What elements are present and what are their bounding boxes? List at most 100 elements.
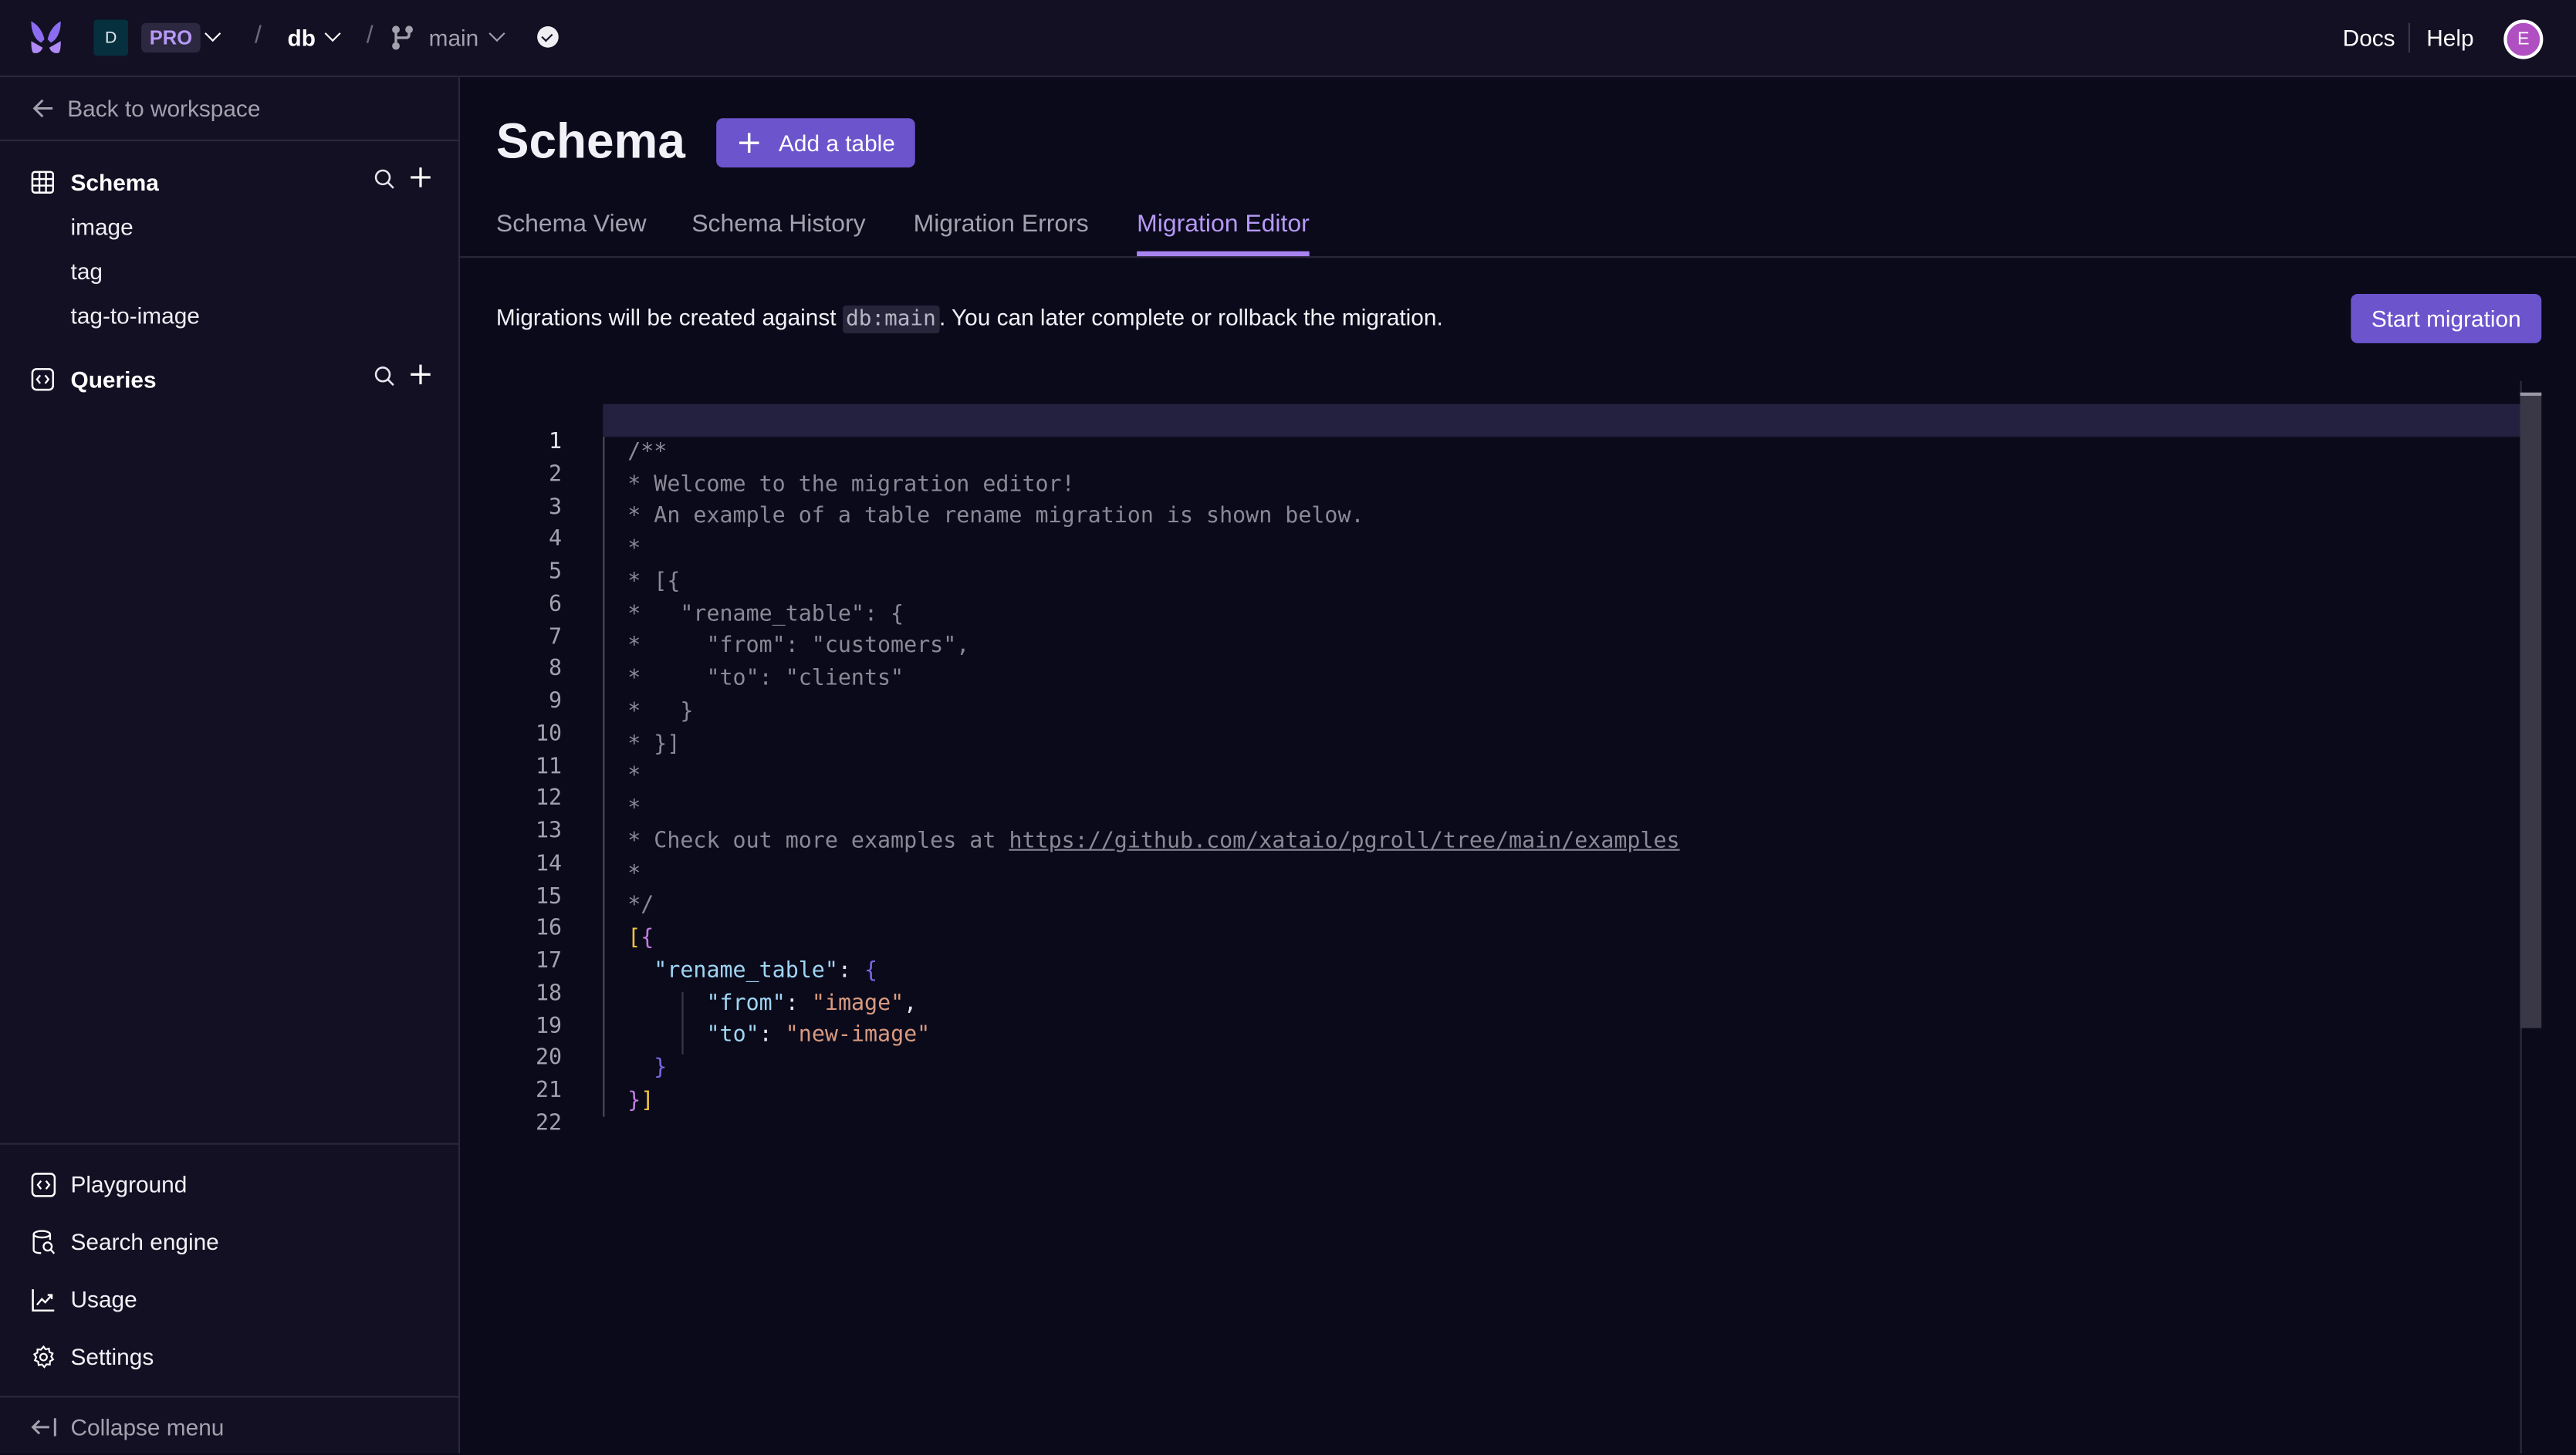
line-number: 10 (535, 722, 563, 748)
line-number: 7 (548, 625, 563, 650)
code-line: /** (627, 437, 667, 470)
tab-schema-history[interactable]: Schema History (691, 210, 865, 256)
xata-logo-icon[interactable] (28, 20, 64, 56)
line-number: 17 (535, 949, 563, 974)
settings-label: Settings (70, 1343, 154, 1370)
workspace-avatar[interactable]: D (93, 19, 129, 56)
add-table-label: Add a table (779, 130, 895, 157)
comment-text: * "to": "clients" (627, 667, 904, 692)
help-link[interactable]: Help (2426, 25, 2473, 51)
comment-text: * (627, 796, 641, 822)
comment-text: /** (627, 439, 668, 464)
sidebar-item-playground[interactable]: Playground (0, 1164, 458, 1207)
info-suffix: . You can later complete or rollback the… (939, 303, 1443, 330)
indent-guide (603, 437, 605, 1117)
migration-info-text: Migrations will be created against db:ma… (496, 303, 1443, 334)
line-number: 9 (548, 690, 563, 715)
back-to-workspace-label: Back to workspace (67, 95, 261, 122)
branch-chevron-down-icon[interactable] (488, 25, 505, 42)
bracket-token: } (627, 1088, 641, 1113)
line-number: 15 (535, 884, 563, 910)
sidebar-table-item[interactable]: tag (71, 258, 103, 284)
user-avatar[interactable]: E (2503, 19, 2544, 59)
database-selector[interactable]: db (288, 25, 316, 51)
json-punctuation: , (904, 991, 918, 1016)
tab-migration-editor[interactable]: Migration Editor (1137, 210, 1310, 257)
header-divider (2408, 22, 2410, 53)
start-migration-button[interactable]: Start migration (2351, 294, 2542, 343)
line-number: 12 (535, 787, 563, 812)
bracket-token: [ (627, 926, 641, 951)
database-search-icon (32, 1230, 56, 1254)
comment-text: * [{ (627, 569, 681, 595)
sidebar-section-schema[interactable]: Schema (0, 163, 458, 202)
json-punctuation: : (785, 991, 812, 1016)
line-number: 1 (548, 430, 563, 455)
app-root: D PRO / db / main Docs Help E Back to wo… (0, 0, 2576, 1453)
tab-schema-view[interactable]: Schema View (496, 210, 647, 256)
code-line: */ (627, 890, 654, 923)
code-line: * } (627, 696, 693, 729)
comment-text: * (627, 537, 641, 562)
sidebar-table-item[interactable]: tag-to-image (71, 302, 200, 329)
database-chevron-down-icon[interactable] (324, 25, 341, 42)
search-engine-label: Search engine (70, 1228, 219, 1255)
code-line: * (627, 793, 641, 826)
code-line: "from": "image", (627, 987, 917, 1021)
sidebar-section-queries[interactable]: Queries (0, 360, 458, 399)
add-table-button[interactable]: Add a table (716, 118, 915, 168)
comment-text: * An example of a table rename migration… (627, 505, 1364, 530)
comment-text: * "rename_table": { (627, 602, 904, 627)
bracket-token: { (641, 926, 654, 951)
code-line: * "from": "customers", (627, 631, 969, 664)
page-title: Schema (495, 115, 685, 170)
collapse-menu-label: Collapse menu (70, 1413, 225, 1440)
bracket-token: ] (641, 1088, 654, 1113)
usage-label: Usage (70, 1285, 137, 1312)
branch-status-check-icon (537, 26, 559, 48)
line-number: 5 (548, 559, 563, 585)
migration-code-editor[interactable]: 1 2 3 4 5 6 7 8 9 10 11 12 13 14 15 16 17 18 19 20 21 22 /** *… (493, 381, 2544, 1453)
line-number: 6 (548, 592, 563, 617)
code-line: }] (627, 1085, 654, 1119)
line-number: 20 (535, 1046, 563, 1072)
json-key: "rename_table" (654, 958, 838, 984)
tab-migration-errors[interactable]: Migration Errors (914, 210, 1089, 256)
docs-link[interactable]: Docs (2343, 25, 2395, 51)
code-line: "to": "new-image" (627, 1021, 930, 1054)
sidebar-item-settings[interactable]: Settings (0, 1337, 458, 1379)
line-number: 4 (548, 527, 563, 552)
sidebar-bottom-nav: Playground Search engine Usage Settings (0, 1143, 458, 1398)
add-query-plus-icon[interactable] (407, 361, 434, 387)
search-queries-icon[interactable] (373, 365, 396, 388)
code-line: * "rename_table": { (627, 599, 904, 632)
sidebar-item-usage[interactable]: Usage (0, 1279, 458, 1322)
table-grid-icon (31, 170, 55, 194)
line-number: 22 (535, 1111, 563, 1136)
gear-icon (32, 1345, 55, 1369)
sidebar-table-item[interactable]: image (71, 214, 134, 240)
sidebar-item-search-engine[interactable]: Search engine (0, 1222, 458, 1264)
back-to-workspace-link[interactable]: Back to workspace (0, 77, 458, 142)
branch-selector[interactable]: main (429, 25, 479, 51)
bracket-token: } (654, 1055, 668, 1081)
code-line: [{ (627, 923, 654, 956)
breadcrumb-separator: / (254, 21, 262, 49)
editor-scrollbar-thumb[interactable] (2520, 392, 2542, 1028)
comment-text: * (627, 764, 641, 789)
search-tables-icon[interactable] (373, 167, 396, 191)
pgroll-examples-link[interactable]: https://github.com/xataio/pgroll/tree/ma… (1009, 829, 1679, 854)
collapse-menu-button[interactable]: Collapse menu (0, 1396, 458, 1455)
line-number: 13 (535, 819, 563, 845)
code-line: * An example of a table rename migration… (627, 501, 1364, 535)
top-bar: D PRO / db / main Docs Help E (0, 0, 2576, 78)
line-number: 21 (535, 1079, 563, 1104)
workspace-chevron-down-icon[interactable] (205, 25, 221, 42)
code-line: } (627, 1053, 667, 1086)
code-icon (31, 1173, 56, 1197)
add-table-plus-icon[interactable] (407, 164, 434, 191)
